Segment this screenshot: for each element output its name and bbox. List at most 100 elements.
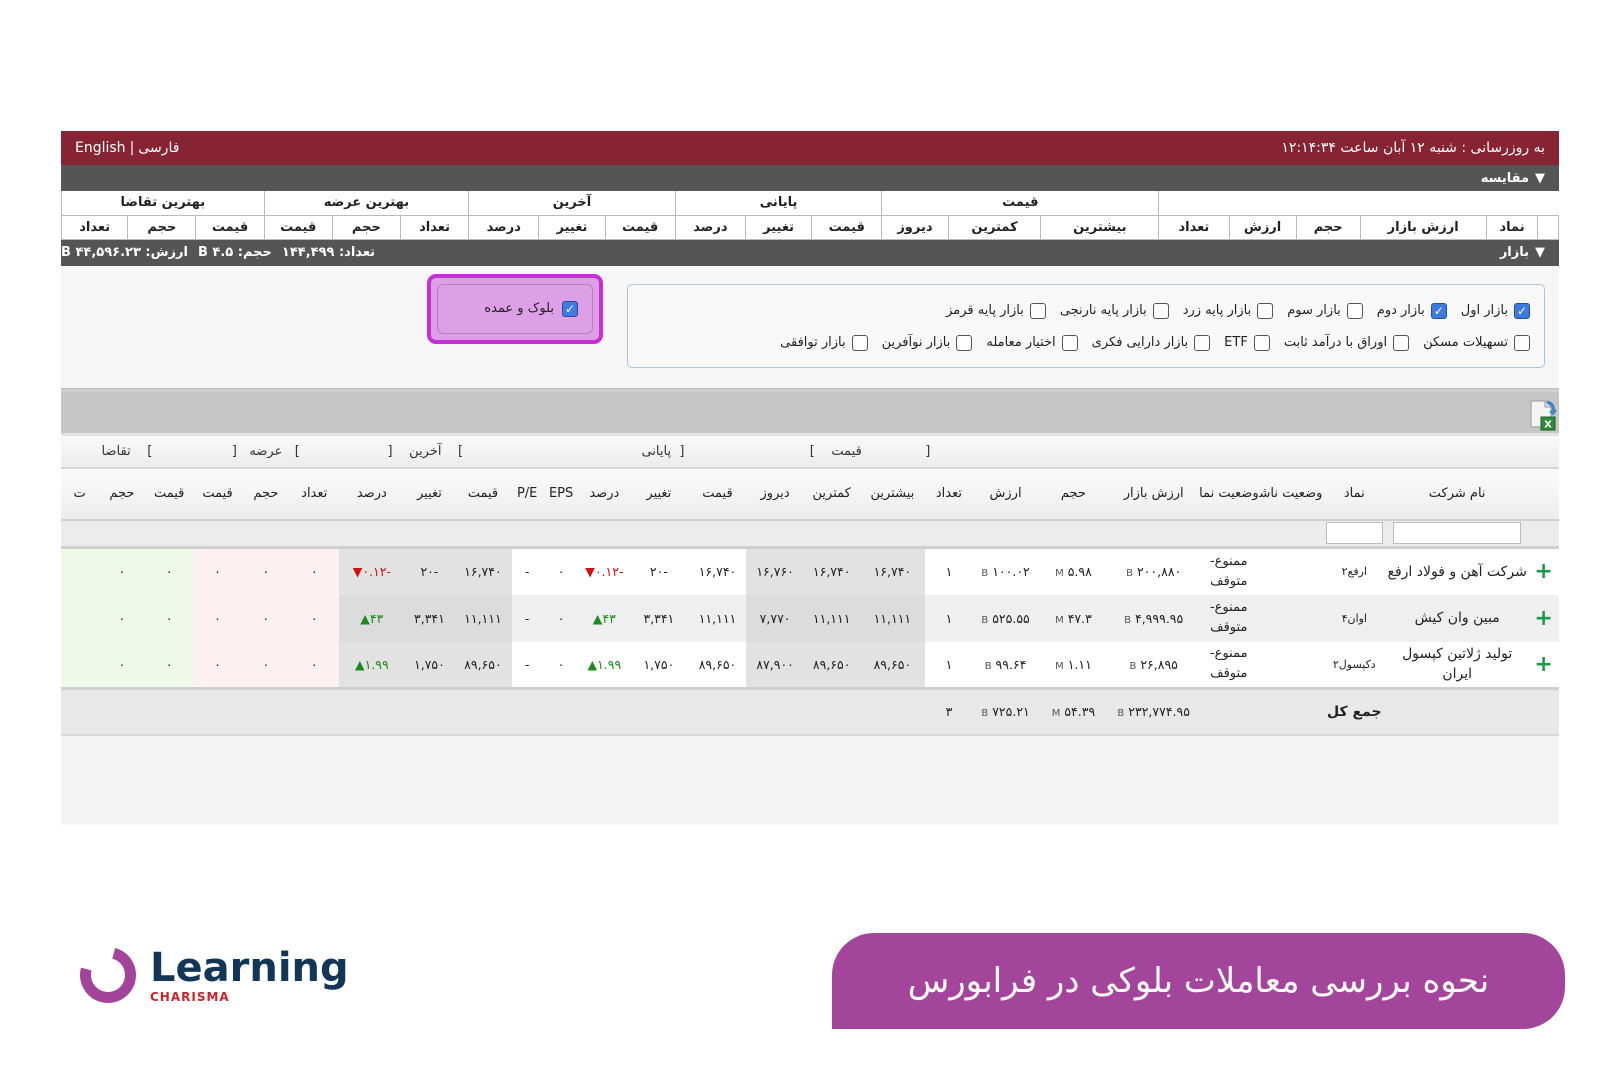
col-header-offer-volume[interactable]: حجم (242, 467, 290, 521)
checkbox-icon[interactable] (1029, 302, 1046, 319)
expand-plus-icon[interactable]: + (1534, 652, 1552, 677)
checkbox-checked-icon[interactable]: ✓ (1514, 302, 1530, 319)
checkbox-icon[interactable] (1194, 334, 1211, 351)
filter-intellectual-property[interactable]: بازار دارایی فکری (1092, 334, 1211, 351)
symbol-status: ممنوع-متوقف (1198, 547, 1259, 595)
checkbox-icon[interactable] (1253, 334, 1270, 351)
col-header-eps[interactable]: EPS (542, 467, 580, 521)
filter-etf[interactable]: ETF (1224, 334, 1270, 351)
company-name-filter-input[interactable] (1393, 522, 1522, 545)
company-name[interactable]: شرکت آهن و فولاد ارفع (1386, 547, 1529, 595)
col-header-low[interactable]: کمترین (803, 467, 860, 521)
compare-group-closing: پایانی (674, 191, 883, 216)
filter-block-trades[interactable]: ✓ بلوک و عمده (437, 283, 593, 334)
compare-col[interactable]: کمترین (947, 214, 1042, 240)
filter-housing-facilities[interactable]: تسهیلات مسکن (1423, 334, 1530, 351)
col-header-count[interactable]: تعداد (925, 467, 973, 521)
compare-col[interactable]: تغییر (538, 214, 606, 240)
filter-first-market[interactable]: ✓ بازار اول (1461, 302, 1530, 319)
checkbox-icon[interactable] (1257, 302, 1274, 319)
compare-col[interactable]: نماد (1485, 214, 1539, 240)
col-header-close-price[interactable]: قیمت (688, 467, 747, 521)
col-header-yesterday[interactable]: دیروز (746, 467, 804, 521)
filter-second-market[interactable]: ✓ بازار دوم (1377, 302, 1447, 319)
filter-options[interactable]: اختیار معامله (986, 334, 1078, 351)
compare-group-best-bid: بهترین تقاضا (61, 191, 265, 216)
compare-col[interactable]: تغییر (745, 214, 813, 240)
filter-negotiated-market[interactable]: بازار توافقی (780, 334, 868, 351)
checkbox-icon[interactable] (1514, 334, 1530, 351)
table-row[interactable]: + شرکت آهن و فولاد ارفع ارفع۲ ممنوع-متوق… (61, 547, 1559, 595)
checkbox-icon[interactable] (1346, 302, 1363, 319)
col-header-close-change[interactable]: تغییر (629, 467, 689, 521)
checkbox-icon[interactable] (1393, 334, 1410, 351)
filter-base-red[interactable]: بازار پایه قرمز (946, 302, 1046, 319)
col-header-pe[interactable]: P/E (511, 467, 543, 521)
compare-col[interactable]: قیمت (811, 214, 883, 240)
col-header-symbol[interactable]: نماد (1322, 467, 1387, 521)
filter-base-yellow[interactable]: بازار پایه زرد (1183, 302, 1274, 319)
table-row[interactable]: + تولید ژلاتین کپسول ایران دکپسول۲ ممنوع… (61, 641, 1559, 689)
col-header-last-price[interactable]: قیمت (454, 467, 512, 521)
company-name[interactable]: تولید ژلاتین کپسول ایران (1386, 641, 1529, 689)
col-header-bid-price[interactable]: قیمت (145, 467, 193, 521)
col-header-bid-volume[interactable]: حجم (98, 467, 146, 521)
close-change: -۲۰ (629, 547, 689, 595)
col-header-close-pct[interactable]: درصد (579, 467, 630, 521)
market-section-toggle[interactable]: ▼ بازار (1500, 245, 1545, 260)
col-header-issuer-status[interactable]: وضعیت ناشرانی (1258, 467, 1323, 521)
table-row[interactable]: + مبین وان کیش اوان۴ ممنوع-متوقف ۴,۹۹۹.۹… (61, 594, 1559, 642)
symbol[interactable]: دکپسول۲ (1322, 641, 1387, 689)
count-value: ۱۴۴,۴۹۹ (281, 245, 335, 260)
high-price: ۱۱,۱۱۱ (859, 594, 926, 642)
col-header-offer-count[interactable]: تعداد (289, 467, 339, 521)
checkbox-icon[interactable] (851, 334, 868, 351)
compare-col[interactable]: تعداد (399, 214, 470, 240)
lang-farsi-link[interactable]: فارسی (138, 140, 179, 156)
compare-col[interactable]: قیمت (604, 214, 676, 240)
compare-col[interactable]: قیمت (263, 214, 333, 240)
compare-col[interactable]: تعداد (1158, 214, 1230, 240)
col-header-volume[interactable]: حجم (1038, 467, 1109, 521)
checkbox-checked-icon[interactable]: ✓ (562, 300, 578, 317)
compare-section-toggle[interactable]: ▼ مقایسه (61, 165, 1559, 191)
value: -۰.۱۲ (362, 564, 391, 580)
expand-plus-icon[interactable]: + (1534, 606, 1552, 631)
col-header-last-change[interactable]: تغییر (404, 467, 455, 521)
col-header-bid-count[interactable]: ت (61, 467, 99, 521)
compare-col[interactable]: ارزش (1228, 214, 1297, 240)
compare-col[interactable]: درصد (674, 214, 747, 240)
filter-third-market[interactable]: بازار سوم (1287, 302, 1363, 319)
checkbox-icon[interactable] (956, 334, 973, 351)
compare-col[interactable]: بیشترین (1040, 214, 1160, 240)
compare-col[interactable]: حجم (1295, 214, 1361, 240)
filter-fixed-income[interactable]: اوراق با درآمد ثابت (1284, 334, 1410, 351)
filter-cell (1386, 519, 1529, 549)
col-header-high[interactable]: بیشترین (859, 467, 926, 521)
col-header-company[interactable]: نام شرکت (1386, 467, 1529, 521)
symbol[interactable]: اوان۴ (1322, 594, 1387, 642)
col-header-offer-price[interactable]: قیمت (192, 467, 243, 521)
compare-col[interactable]: درصد (468, 214, 540, 240)
excel-export-icon[interactable]: X (1525, 398, 1559, 432)
filter-base-orange[interactable]: بازار پایه نارنجی (1060, 302, 1169, 319)
checkbox-icon[interactable] (1152, 302, 1169, 319)
compare-col[interactable]: ارزش بازار (1359, 214, 1487, 240)
compare-col[interactable]: قیمت (195, 214, 265, 240)
col-header-symbol-status[interactable]: وضعیت نماد (1198, 467, 1259, 521)
compare-col[interactable]: دیروز (881, 214, 949, 240)
compare-col[interactable]: تعداد (60, 214, 129, 240)
filter-startup-market[interactable]: بازار نوآفرین (882, 334, 973, 351)
col-header-value[interactable]: ارزش (972, 467, 1039, 521)
col-header-market-value[interactable]: ارزش بازار (1108, 467, 1199, 521)
col-header-last-pct[interactable]: درصد (338, 467, 405, 521)
company-name[interactable]: مبین وان کیش (1386, 594, 1529, 642)
compare-col[interactable]: حجم (331, 214, 401, 240)
checkbox-icon[interactable] (1061, 334, 1078, 351)
compare-col[interactable]: حجم (127, 214, 197, 240)
symbol[interactable]: ارفع۲ (1322, 547, 1387, 595)
symbol-filter-input[interactable] (1325, 522, 1383, 545)
lang-english-link[interactable]: English (75, 140, 126, 156)
checkbox-checked-icon[interactable]: ✓ (1430, 302, 1447, 319)
expand-plus-icon[interactable]: + (1534, 559, 1552, 584)
